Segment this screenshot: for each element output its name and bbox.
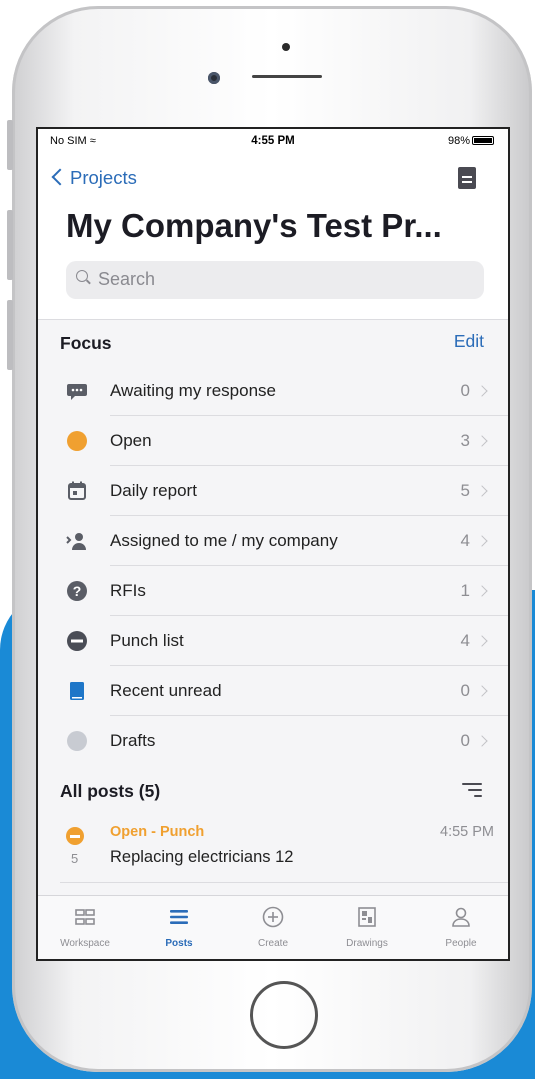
assigned-person-icon — [66, 533, 86, 550]
tab-workspace[interactable]: Workspace — [38, 896, 132, 959]
chevron-right-icon — [476, 685, 488, 697]
post-status: Open - Punch — [110, 824, 205, 840]
divider — [110, 415, 508, 416]
book-icon — [70, 682, 84, 700]
chevron-right-icon — [476, 635, 488, 647]
focus-item-count: 5 — [460, 481, 470, 500]
edit-button[interactable]: Edit — [454, 331, 484, 352]
chevron-left-icon — [51, 168, 69, 186]
tab-label: Posts — [165, 938, 193, 949]
focus-item-count: 3 — [460, 431, 470, 450]
divider — [110, 715, 508, 716]
battery-icon — [472, 136, 494, 145]
grid-icon — [75, 909, 95, 925]
all-posts-heading: All posts (5) — [60, 781, 161, 801]
status-time: 4:55 PM — [251, 135, 295, 147]
focus-item-label: Recent unread — [110, 681, 222, 700]
tab-posts[interactable]: Posts — [132, 896, 226, 959]
focus-item-awaiting-response[interactable]: Awaiting my response 0 — [38, 367, 508, 416]
home-button[interactable] — [250, 981, 318, 1049]
calendar-icon — [68, 481, 86, 500]
divider — [110, 665, 508, 666]
focus-item-label: Assigned to me / my company — [110, 531, 338, 550]
post-row[interactable]: Open - Punch 4:55 PM 5 Replacing electri… — [38, 817, 508, 883]
back-button[interactable]: Projects — [51, 167, 137, 189]
focus-item-label: Drafts — [110, 731, 156, 750]
focus-item-label: Open — [110, 431, 152, 450]
focus-item-label: Awaiting my response — [110, 381, 276, 400]
focus-heading: Focus — [60, 333, 112, 353]
focus-item-open[interactable]: Open 3 — [38, 417, 508, 466]
tab-label: Create — [257, 938, 288, 949]
focus-item-label: Punch list — [110, 631, 184, 650]
focus-item-assigned[interactable]: Assigned to me / my company 4 — [38, 517, 508, 566]
battery-indicator: 98% — [448, 135, 494, 147]
document-icon[interactable] — [458, 167, 476, 189]
tab-bar: Workspace Posts Create Drawings People — [38, 895, 508, 959]
mute-switch — [7, 120, 13, 170]
divider — [110, 465, 508, 466]
chevron-right-icon — [476, 435, 488, 447]
chevron-right-icon — [476, 585, 488, 597]
focus-item-daily-report[interactable]: Daily report 5 — [38, 467, 508, 516]
plus-circle-icon — [262, 906, 284, 928]
chevron-right-icon — [476, 535, 488, 547]
post-time: 4:55 PM — [440, 824, 494, 840]
focus-item-count: 0 — [460, 381, 470, 400]
search-placeholder: Search — [98, 269, 156, 289]
tab-label: Drawings — [346, 938, 388, 949]
divider — [110, 515, 508, 516]
focus-item-label: RFIs — [110, 581, 146, 600]
chevron-right-icon — [476, 385, 488, 397]
focus-item-label: Daily report — [110, 481, 197, 500]
focus-item-count: 4 — [460, 631, 470, 650]
focus-item-count: 1 — [460, 581, 470, 600]
search-input[interactable]: Search — [66, 261, 484, 299]
focus-item-count: 0 — [460, 681, 470, 700]
earpiece-speaker — [252, 75, 322, 78]
tab-label: Workspace — [60, 938, 110, 949]
focus-item-count: 4 — [460, 531, 470, 550]
gray-circle-icon — [67, 731, 87, 751]
orange-circle-icon — [67, 431, 87, 451]
search-icon — [76, 270, 88, 282]
sort-icon[interactable] — [462, 782, 482, 798]
chevron-right-icon — [476, 485, 488, 497]
front-camera — [208, 72, 220, 84]
svg-text:?: ? — [73, 583, 82, 599]
sensor-dot — [282, 43, 290, 51]
focus-item-punch-list[interactable]: Punch list 4 — [38, 617, 508, 666]
tab-drawings[interactable]: Drawings — [320, 896, 414, 959]
focus-item-rfis[interactable]: ? RFIs 1 — [38, 567, 508, 616]
list-icon — [170, 910, 188, 924]
punch-status-icon — [66, 827, 84, 845]
divider — [60, 882, 508, 883]
tab-create[interactable]: Create — [226, 896, 320, 959]
tab-label: People — [445, 938, 477, 949]
chevron-right-icon — [476, 735, 488, 747]
status-bar: No SIM ≈ 4:55 PM 98% — [38, 129, 508, 151]
volume-down-button — [7, 300, 13, 370]
focus-item-recent-unread[interactable]: Recent unread 0 — [38, 667, 508, 716]
post-title: Replacing electricians 12 — [110, 848, 294, 866]
page-title: My Company's Test Pr... — [66, 207, 442, 244]
divider — [110, 615, 508, 616]
person-icon — [452, 907, 470, 927]
phone-screen: No SIM ≈ 4:55 PM 98% Projects My Company… — [36, 127, 510, 961]
focus-item-count: 0 — [460, 731, 470, 750]
focus-item-drafts[interactable]: Drafts 0 — [38, 717, 508, 766]
minus-circle-icon — [67, 631, 87, 651]
post-number: 5 — [71, 851, 79, 866]
drawing-icon — [358, 907, 376, 927]
tab-people[interactable]: People — [414, 896, 508, 959]
chat-bubble-icon — [67, 384, 87, 400]
volume-up-button — [7, 210, 13, 280]
question-icon: ? — [67, 581, 87, 601]
divider — [110, 565, 508, 566]
